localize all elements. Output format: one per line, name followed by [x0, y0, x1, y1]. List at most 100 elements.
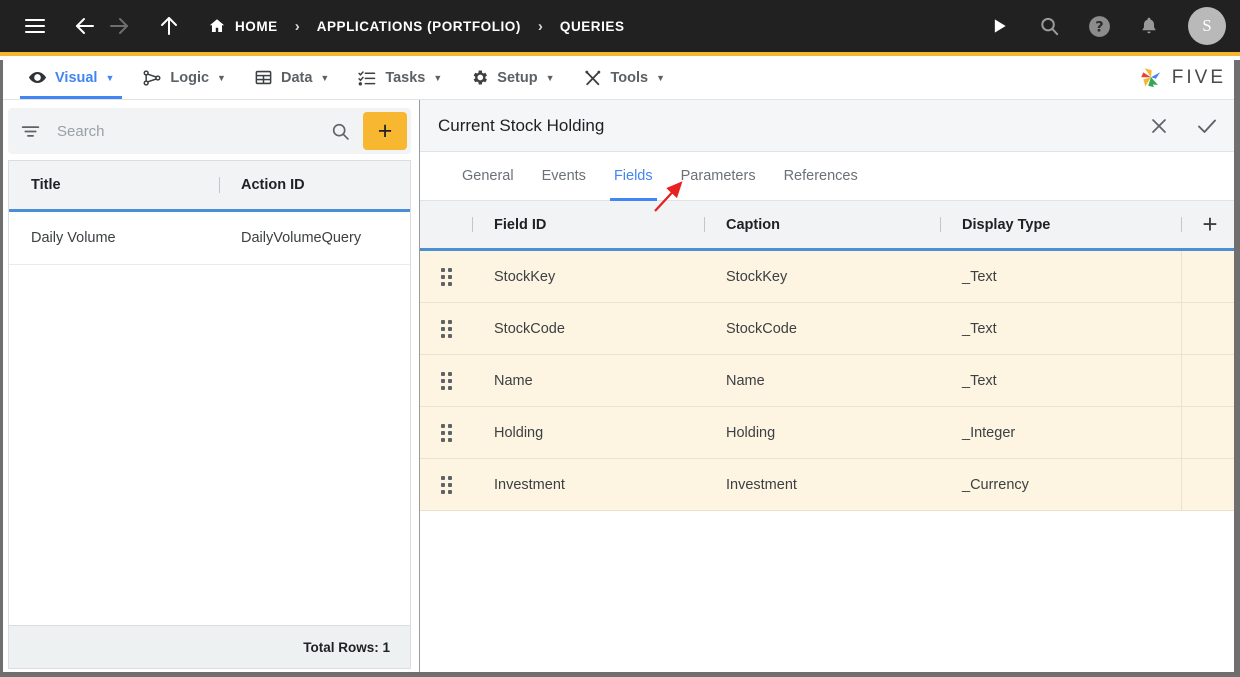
window-right-edge — [1234, 60, 1240, 677]
home-icon — [208, 17, 226, 35]
table-row[interactable]: StockCode StockCode _Text — [420, 303, 1239, 355]
detail-panel: Current Stock Holding General Events Fie… — [420, 100, 1240, 677]
column-header-caption[interactable]: Caption — [704, 201, 940, 248]
eye-icon — [28, 68, 47, 87]
tab-parameters[interactable]: Parameters — [667, 152, 770, 200]
menu-label-logic: Logic — [170, 69, 210, 86]
nodes-icon — [142, 68, 162, 88]
search-icon[interactable] — [1032, 9, 1066, 43]
table-icon — [254, 68, 273, 87]
filter-icon[interactable] — [20, 121, 41, 142]
menu-item-logic[interactable]: Logic ▼ — [128, 56, 240, 99]
chevron-down-icon: ▼ — [105, 72, 115, 83]
cell-actions — [1181, 303, 1239, 354]
window-bottom-edge — [0, 672, 1240, 677]
detail-tabs: General Events Fields Parameters Referen… — [420, 152, 1239, 201]
fields-grid-rows: StockKey StockKey _Text StockCode StockC… — [420, 251, 1239, 677]
arrow-back-icon[interactable] — [68, 9, 102, 43]
cell-caption: Name — [726, 372, 765, 389]
page-title: Current Stock Holding — [438, 115, 605, 135]
tab-references[interactable]: References — [770, 152, 872, 200]
queries-list-rows: Daily Volume DailyVolumeQuery — [9, 212, 410, 625]
menu-label-tasks: Tasks — [385, 69, 426, 86]
chevron-down-icon: ▼ — [545, 72, 555, 83]
cell-display-type: _Text — [962, 372, 997, 389]
arrow-forward-icon[interactable] — [102, 9, 136, 43]
cell-field-id: Investment — [494, 476, 565, 493]
help-icon[interactable]: ? — [1082, 9, 1116, 43]
column-header-handle — [420, 201, 472, 248]
checklist-icon — [357, 68, 377, 88]
menu-item-tasks[interactable]: Tasks ▼ — [343, 56, 456, 99]
breadcrumb-separator: › — [294, 17, 300, 35]
window-left-edge — [0, 60, 3, 677]
column-header-action-id[interactable]: Action ID — [219, 161, 410, 209]
search-icon[interactable] — [318, 121, 363, 142]
detail-panel-actions — [1145, 112, 1221, 140]
chevron-down-icon: ▼ — [320, 72, 330, 83]
five-logo: FIVE — [1137, 56, 1240, 99]
cell-caption: StockKey — [726, 268, 788, 285]
drag-handle-icon[interactable] — [420, 355, 472, 406]
tab-events[interactable]: Events — [528, 152, 600, 200]
add-query-button[interactable]: + — [363, 112, 407, 150]
menu-item-data[interactable]: Data ▼ — [240, 56, 343, 99]
breadcrumb-item-queries[interactable]: QUERIES — [560, 19, 625, 34]
drag-handle-icon[interactable] — [420, 251, 472, 302]
main-body: + Title Action ID Daily Volume DailyVolu… — [0, 100, 1240, 677]
cell-field-id: StockKey — [494, 268, 556, 285]
menu-label-setup: Setup — [497, 69, 538, 86]
top-navigation-bar: HOME › APPLICATIONS (PORTFOLIO) › QUERIE… — [0, 0, 1240, 56]
module-menu-bar: Visual ▼ Logic ▼ Data ▼ Tasks ▼ Setup ▼ … — [0, 56, 1240, 100]
breadcrumb-item-applications[interactable]: APPLICATIONS (PORTFOLIO) — [317, 19, 521, 34]
gear-icon — [470, 68, 489, 87]
queries-sidebar: + Title Action ID Daily Volume DailyVolu… — [0, 100, 420, 677]
menu-item-setup[interactable]: Setup ▼ — [456, 56, 568, 99]
tab-general[interactable]: General — [448, 152, 528, 200]
chevron-down-icon: ▼ — [656, 72, 666, 83]
menu-label-tools: Tools — [610, 69, 649, 86]
menu-label-visual: Visual — [55, 69, 98, 86]
breadcrumb-item-home[interactable]: HOME — [208, 17, 278, 35]
application-window: HOME › APPLICATIONS (PORTFOLIO) › QUERIE… — [0, 0, 1240, 677]
table-row[interactable]: StockKey StockKey _Text — [420, 251, 1239, 303]
cell-display-type: _Text — [962, 320, 997, 337]
run-icon[interactable] — [982, 9, 1016, 43]
arrow-up-icon[interactable] — [152, 9, 186, 43]
list-item[interactable]: Daily Volume DailyVolumeQuery — [9, 212, 410, 265]
close-icon[interactable] — [1145, 112, 1173, 140]
drag-handle-icon[interactable] — [420, 407, 472, 458]
tab-fields[interactable]: Fields — [600, 152, 667, 201]
svg-text:?: ? — [1095, 18, 1103, 35]
table-row[interactable]: Name Name _Text — [420, 355, 1239, 407]
cell-actions — [1181, 355, 1239, 406]
column-header-field-id[interactable]: Field ID — [472, 201, 704, 248]
cell-field-id: Holding — [494, 424, 544, 441]
menu-label-data: Data — [280, 69, 313, 86]
queries-list-header: Title Action ID — [9, 161, 410, 212]
check-icon[interactable] — [1193, 112, 1221, 140]
cell-field-id: Name — [494, 372, 533, 389]
notifications-icon[interactable] — [1132, 9, 1166, 43]
chevron-down-icon: ▼ — [433, 72, 443, 83]
drag-handle-icon[interactable] — [420, 303, 472, 354]
menu-item-visual[interactable]: Visual ▼ — [14, 56, 128, 99]
breadcrumb-separator: › — [537, 17, 543, 35]
cell-display-type: _Text — [962, 268, 997, 285]
drag-handle-icon[interactable] — [420, 459, 472, 510]
column-header-title[interactable]: Title — [9, 161, 219, 209]
cell-actions — [1181, 459, 1239, 510]
column-header-display-type[interactable]: Display Type — [940, 201, 1181, 248]
table-row[interactable]: Investment Investment _Currency — [420, 459, 1239, 511]
cell-actions — [1181, 407, 1239, 458]
total-rows-label: Total Rows: 1 — [8, 625, 411, 669]
hamburger-menu-icon[interactable] — [18, 9, 52, 43]
breadcrumb: HOME › APPLICATIONS (PORTFOLIO) › QUERIE… — [208, 17, 625, 35]
queries-list: Title Action ID Daily Volume DailyVolume… — [8, 160, 411, 625]
table-row[interactable]: Holding Holding _Integer — [420, 407, 1239, 459]
add-field-button[interactable]: + — [1181, 201, 1239, 248]
search-input[interactable] — [41, 122, 318, 140]
avatar[interactable]: S — [1188, 7, 1226, 45]
fields-grid-header: Field ID Caption Display Type + — [420, 201, 1239, 251]
menu-item-tools[interactable]: Tools ▼ — [569, 56, 680, 99]
